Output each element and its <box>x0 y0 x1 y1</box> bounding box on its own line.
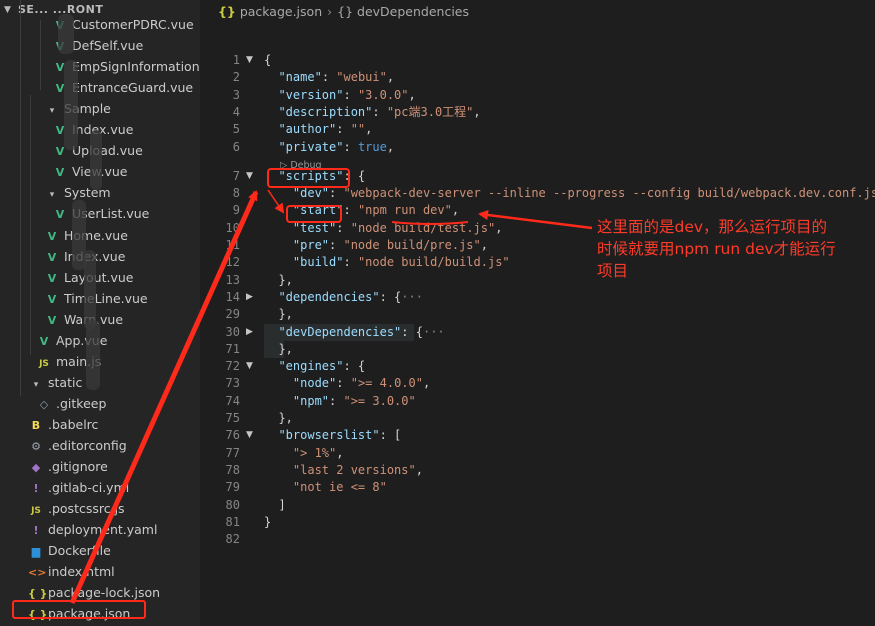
arrow-small <box>267 189 285 214</box>
annotation-arrows <box>69 189 593 605</box>
arrow-underline <box>391 221 469 225</box>
arrow-to-scripts <box>69 190 259 605</box>
arrow-to-start <box>478 210 593 230</box>
